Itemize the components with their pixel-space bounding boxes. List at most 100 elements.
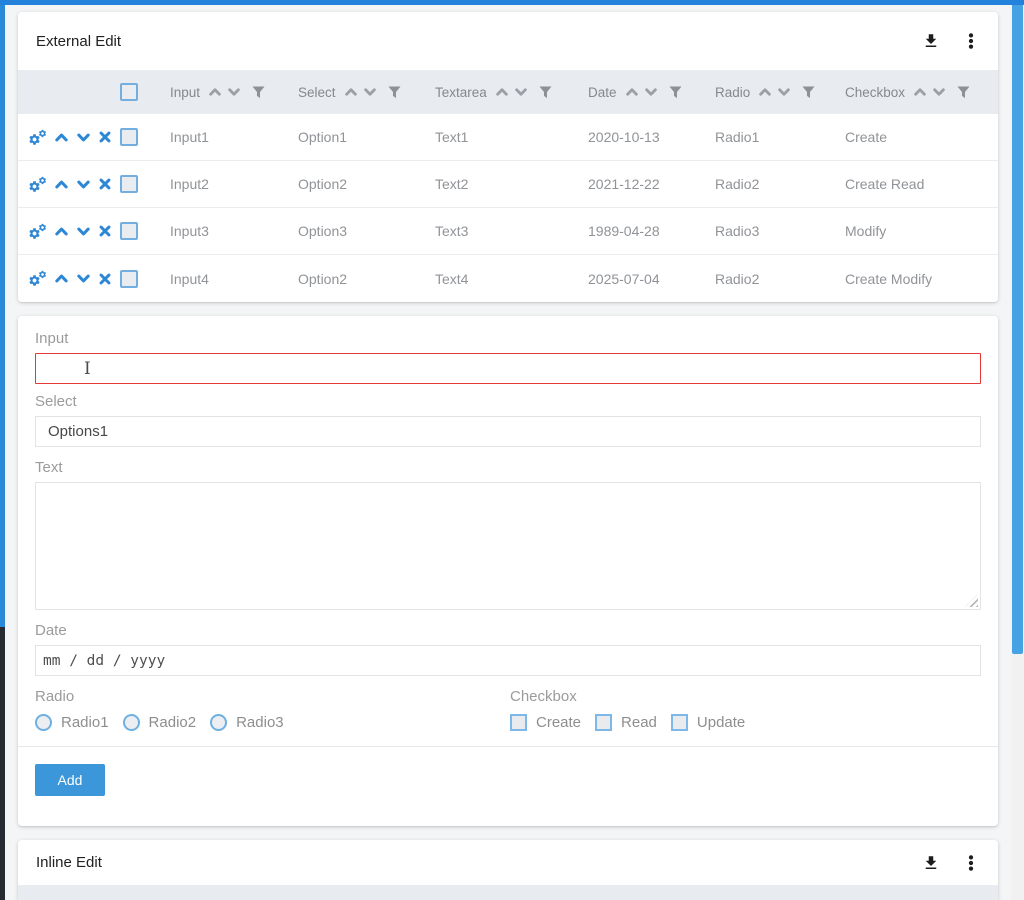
more-options-icon[interactable] xyxy=(962,854,980,872)
card-title: Inline Edit xyxy=(36,854,102,871)
delete-icon[interactable] xyxy=(98,224,112,238)
cell-checkbox: Create Modify xyxy=(845,271,998,287)
row-checkbox[interactable] xyxy=(120,270,138,288)
input-field[interactable]: I xyxy=(35,353,981,384)
move-up-icon[interactable] xyxy=(54,177,69,192)
download-icon[interactable] xyxy=(922,32,940,50)
column-header-select: Select xyxy=(298,85,435,100)
row-checkbox[interactable] xyxy=(120,175,138,193)
radio-group: Radio Radio1 Radio2 Radio3 xyxy=(35,688,510,731)
move-down-icon[interactable] xyxy=(76,177,91,192)
cell-textarea: Text2 xyxy=(435,176,588,192)
filter-icon[interactable] xyxy=(539,86,552,99)
cell-checkbox: Modify xyxy=(845,223,998,239)
checkbox-icon[interactable] xyxy=(595,714,612,731)
sort-descending-icon[interactable] xyxy=(777,85,791,99)
cell-input: Input3 xyxy=(170,223,298,239)
sort-ascending-icon[interactable] xyxy=(625,85,639,99)
radio-group-label: Radio xyxy=(35,688,510,705)
column-label: Radio xyxy=(715,85,750,100)
cell-date: 2025-07-04 xyxy=(588,271,715,287)
column-label: Select xyxy=(298,85,336,100)
cell-textarea: Text4 xyxy=(435,271,588,287)
cell-radio: Radio3 xyxy=(715,223,845,239)
checkbox-option-read[interactable]: Read xyxy=(595,714,657,731)
cell-radio: Radio1 xyxy=(715,129,845,145)
move-up-icon[interactable] xyxy=(54,130,69,145)
radio-option-radio1[interactable]: Radio1 xyxy=(35,714,109,731)
select-all-checkbox[interactable] xyxy=(120,83,138,101)
add-button[interactable]: Add xyxy=(35,764,105,796)
column-label: Input xyxy=(170,85,200,100)
radio-icon[interactable] xyxy=(123,714,140,731)
sort-descending-icon[interactable] xyxy=(227,85,241,99)
download-icon[interactable] xyxy=(922,854,940,872)
sort-ascending-icon[interactable] xyxy=(344,85,358,99)
checkbox-option-create[interactable]: Create xyxy=(510,714,581,731)
sort-descending-icon[interactable] xyxy=(363,85,377,99)
table-row: Input2 Option2 Text2 2021-12-22 Radio2 C… xyxy=(18,161,998,208)
input-label: Input xyxy=(35,330,981,347)
filter-icon[interactable] xyxy=(669,86,682,99)
row-checkbox[interactable] xyxy=(120,222,138,240)
sort-ascending-icon[interactable] xyxy=(495,85,509,99)
column-label: Date xyxy=(588,85,617,100)
sort-descending-icon[interactable] xyxy=(932,85,946,99)
move-down-icon[interactable] xyxy=(76,271,91,286)
settings-icon[interactable] xyxy=(28,176,47,193)
checkbox-group-label: Checkbox xyxy=(510,688,981,705)
left-accent-bar-dark xyxy=(0,627,5,900)
delete-icon[interactable] xyxy=(98,177,112,191)
sort-descending-icon[interactable] xyxy=(644,85,658,99)
column-header-input: Input xyxy=(170,85,298,100)
text-label: Text xyxy=(35,459,981,476)
date-placeholder: mm / dd / yyyy xyxy=(43,653,165,669)
table-row: Input3 Option3 Text3 1989-04-28 Radio3 M… xyxy=(18,208,998,255)
filter-icon[interactable] xyxy=(957,86,970,99)
checkbox-icon[interactable] xyxy=(510,714,527,731)
date-field[interactable]: mm / dd / yyyy xyxy=(35,645,981,676)
external-edit-header: External Edit xyxy=(18,12,998,70)
settings-icon[interactable] xyxy=(28,223,47,240)
scrollbar-track[interactable] xyxy=(1011,0,1024,900)
checkbox-icon[interactable] xyxy=(671,714,688,731)
move-up-icon[interactable] xyxy=(54,224,69,239)
row-checkbox[interactable] xyxy=(120,128,138,146)
cell-input: Input4 xyxy=(170,271,298,287)
left-accent-bar-blue xyxy=(0,0,5,627)
scrollbar-thumb[interactable] xyxy=(1012,4,1023,654)
resize-handle-icon[interactable] xyxy=(965,594,978,607)
textarea-field[interactable] xyxy=(35,482,981,610)
radio-option-radio2[interactable]: Radio2 xyxy=(123,714,197,731)
move-down-icon[interactable] xyxy=(76,224,91,239)
radio-option-label: Radio3 xyxy=(236,714,284,731)
radio-icon[interactable] xyxy=(35,714,52,731)
settings-icon[interactable] xyxy=(28,129,47,146)
select-all-cell xyxy=(113,83,170,101)
add-form-card: Input I Select Options1 Text Date mm / d… xyxy=(18,316,998,826)
checkbox-option-update[interactable]: Update xyxy=(671,714,745,731)
filter-icon[interactable] xyxy=(252,86,265,99)
cell-select: Option3 xyxy=(298,223,435,239)
sort-descending-icon[interactable] xyxy=(514,85,528,99)
column-header-textarea: Textarea xyxy=(435,85,588,100)
settings-icon[interactable] xyxy=(28,270,47,287)
delete-icon[interactable] xyxy=(98,130,112,144)
select-value: Options1 xyxy=(48,423,108,440)
sort-ascending-icon[interactable] xyxy=(208,85,222,99)
cell-select: Option2 xyxy=(298,271,435,287)
radio-option-radio3[interactable]: Radio3 xyxy=(210,714,284,731)
filter-icon[interactable] xyxy=(388,86,401,99)
column-header-date: Date xyxy=(588,85,715,100)
sort-ascending-icon[interactable] xyxy=(913,85,927,99)
cell-date: 2021-12-22 xyxy=(588,176,715,192)
select-field[interactable]: Options1 xyxy=(35,416,981,447)
move-down-icon[interactable] xyxy=(76,130,91,145)
sort-ascending-icon[interactable] xyxy=(758,85,772,99)
filter-icon[interactable] xyxy=(802,86,815,99)
move-up-icon[interactable] xyxy=(54,271,69,286)
more-options-icon[interactable] xyxy=(962,32,980,50)
radio-icon[interactable] xyxy=(210,714,227,731)
delete-icon[interactable] xyxy=(98,272,112,286)
checkbox-option-label: Create xyxy=(536,714,581,731)
